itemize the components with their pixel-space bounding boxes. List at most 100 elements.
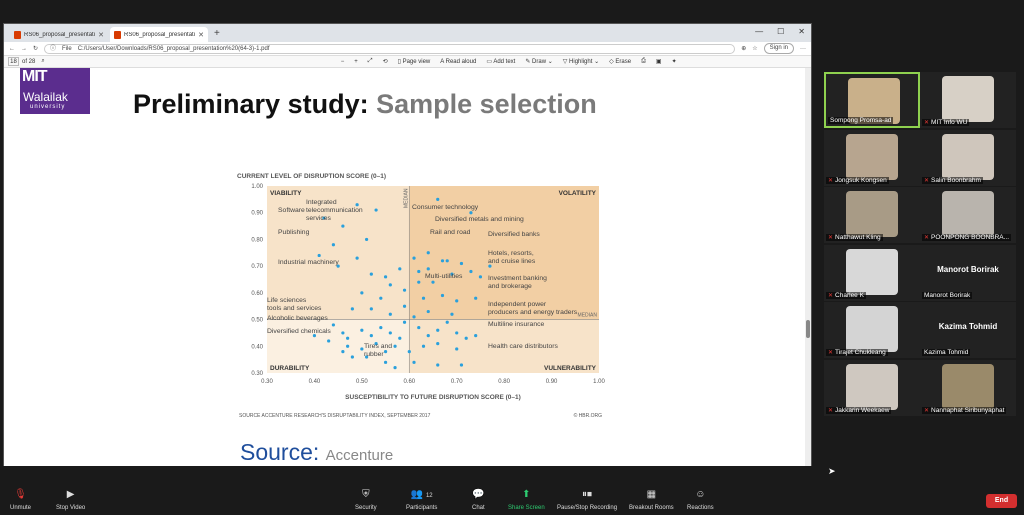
- unmute-button[interactable]: 🎙 Unmute: [10, 489, 31, 511]
- x-tick-label: 0.30: [261, 379, 273, 385]
- more-icon[interactable]: ···: [800, 46, 806, 52]
- data-point: [455, 331, 459, 335]
- participant-tile[interactable]: ✕ POONPONG BOONBRA...: [920, 187, 1016, 243]
- page-view-button[interactable]: ▯ Page view: [398, 58, 431, 65]
- annotation-label: Multi-utilities: [425, 273, 463, 280]
- participant-tile[interactable]: ✕ Natthawut Kling: [824, 187, 920, 243]
- zoom-icon[interactable]: ⊕: [741, 45, 746, 52]
- participant-name: ✕ Tirajet Chukleang: [826, 349, 888, 356]
- fit-page-icon[interactable]: ⤢: [368, 58, 373, 65]
- close-icon[interactable]: ✕: [98, 31, 104, 39]
- minimize-icon[interactable]: —: [755, 27, 763, 36]
- highlight-label: Highlight: [569, 59, 593, 65]
- participant-tile[interactable]: ✕ Jongsuk Kongsen: [824, 129, 920, 186]
- annotation-label: Diversified banks: [488, 231, 540, 238]
- unmute-label: Unmute: [10, 505, 32, 511]
- highlight-button[interactable]: ▽ Highlight ⌄: [563, 58, 599, 65]
- sign-in-button[interactable]: Sign in: [763, 43, 794, 54]
- close-icon[interactable]: ✕: [198, 31, 204, 39]
- tab-title: RS06_proposal_presentation (6-4...: [24, 31, 96, 38]
- share-screen-button[interactable]: ⬆ Share Screen: [508, 489, 545, 511]
- y-tick-label: 0.60: [251, 291, 263, 297]
- breakout-label: Breakout Rooms: [629, 505, 674, 511]
- rotate-icon[interactable]: ⟲: [383, 58, 388, 65]
- print-icon[interactable]: ⎙: [641, 58, 646, 65]
- participant-video: [846, 248, 898, 295]
- data-point: [421, 296, 426, 300]
- participant-tile[interactable]: Sompong Promsa-ad: [824, 72, 920, 128]
- participants-button[interactable]: 👥 12 Participants: [406, 489, 437, 511]
- reactions-button[interactable]: ☺ Reactions: [687, 489, 714, 511]
- security-button[interactable]: ⛨ Security: [355, 489, 377, 511]
- participant-video: [942, 133, 994, 180]
- participant-tile[interactable]: ✕ MIT Info WU: [920, 72, 1016, 128]
- new-tab-icon[interactable]: +: [214, 27, 220, 42]
- browser-tab-2[interactable]: RS06_proposal_presentation (6-4...✕: [110, 27, 208, 42]
- data-point: [379, 296, 383, 300]
- browser-tab-1[interactable]: RS06_proposal_presentation (6-4...✕: [10, 27, 108, 42]
- breakout-rooms-button[interactable]: ▦ Breakout Rooms: [629, 489, 674, 511]
- mic-muted-icon: ✕: [828, 235, 834, 241]
- chat-button[interactable]: 💬 Chat: [472, 489, 485, 511]
- scrollbar-thumb[interactable]: [806, 320, 810, 338]
- data-point: [488, 264, 492, 268]
- participant-name-label: Tirajet Chukleang: [835, 349, 886, 356]
- data-point: [426, 267, 430, 271]
- data-point: [459, 363, 464, 367]
- recording-button[interactable]: ⏸⏹ Pause/Stop Recording: [557, 489, 617, 511]
- page-number-input[interactable]: 18: [8, 57, 19, 66]
- url-text: C:/Users/User/Downloads/RS06_proposal_pr…: [77, 45, 270, 52]
- data-point: [360, 291, 364, 295]
- data-point: [360, 347, 364, 351]
- close-window-icon[interactable]: ✕: [798, 27, 805, 36]
- participant-tile[interactable]: ✕ Nannaphat Siribunyaphat: [920, 359, 1016, 416]
- participants-count: 12: [425, 493, 433, 499]
- participant-tile[interactable]: Kazima Tohmid Kazima Tohmid: [920, 302, 1016, 358]
- x-tick-label: 0.50: [356, 379, 368, 385]
- data-point: [421, 344, 426, 348]
- scrollbar[interactable]: [805, 68, 811, 466]
- participant-tile[interactable]: ✕ Salin Boonbrahm: [920, 129, 1016, 186]
- data-point: [455, 347, 459, 351]
- info-icon: ⓘ: [50, 45, 57, 52]
- participant-name: ✕ Jongsuk Kongsen: [826, 176, 889, 184]
- save-icon[interactable]: ▣: [656, 58, 662, 65]
- back-icon[interactable]: ←: [9, 46, 15, 52]
- quadrant-label: VOLATILITY: [559, 190, 597, 197]
- erase-label: Erase: [615, 59, 632, 65]
- mic-muted-icon: ✕: [924, 120, 930, 126]
- data-point: [402, 288, 407, 292]
- add-text-button[interactable]: ▭ Add text: [486, 58, 515, 65]
- draw-button[interactable]: ✎ Draw ⌄: [525, 58, 552, 65]
- annotation-label: Consumer technology: [412, 204, 479, 211]
- participant-tile[interactable]: Manorot Borirak Manorot Borirak: [920, 244, 1016, 301]
- address-bar[interactable]: ⓘ File C:/Users/User/Downloads/RS06_propos…: [44, 43, 736, 54]
- pin-icon[interactable]: ✦: [672, 58, 677, 65]
- maximize-icon[interactable]: ☐: [777, 27, 784, 36]
- x-tick-label: 0.70: [451, 379, 463, 385]
- erase-button[interactable]: ◇ Erase: [609, 58, 631, 65]
- participant-tile[interactable]: ✕ Charlee K: [824, 244, 920, 301]
- forward-icon[interactable]: →: [21, 46, 27, 52]
- stop-video-button[interactable]: ▶ Stop Video: [56, 489, 85, 511]
- data-point: [327, 339, 331, 343]
- data-point: [412, 315, 416, 319]
- slide-title: Preliminary study: Sample selection: [133, 89, 597, 120]
- data-point: [346, 336, 350, 340]
- participant-tile[interactable]: ✕ Tirajet Chukleang: [824, 302, 920, 358]
- annotation-label: Health care distributors: [488, 343, 558, 350]
- zoom-in-icon[interactable]: +: [354, 59, 358, 65]
- end-button[interactable]: End: [986, 494, 1017, 508]
- data-point: [383, 360, 388, 364]
- read-aloud-button[interactable]: A Read aloud: [440, 59, 476, 65]
- favorite-icon[interactable]: ☆: [752, 45, 757, 52]
- zoom-out-icon[interactable]: −: [341, 59, 345, 65]
- participants-label: Participants: [406, 505, 438, 511]
- search-icon[interactable]: ⌕: [41, 58, 44, 65]
- participant-name-label: MIT Info WU: [931, 119, 968, 126]
- participant-tile[interactable]: ✕ Jakkarin Weekaew: [824, 359, 920, 416]
- refresh-icon[interactable]: ↻: [33, 45, 38, 52]
- data-point: [369, 272, 373, 276]
- data-point: [388, 283, 392, 287]
- mic-muted-icon: ✕: [924, 177, 930, 184]
